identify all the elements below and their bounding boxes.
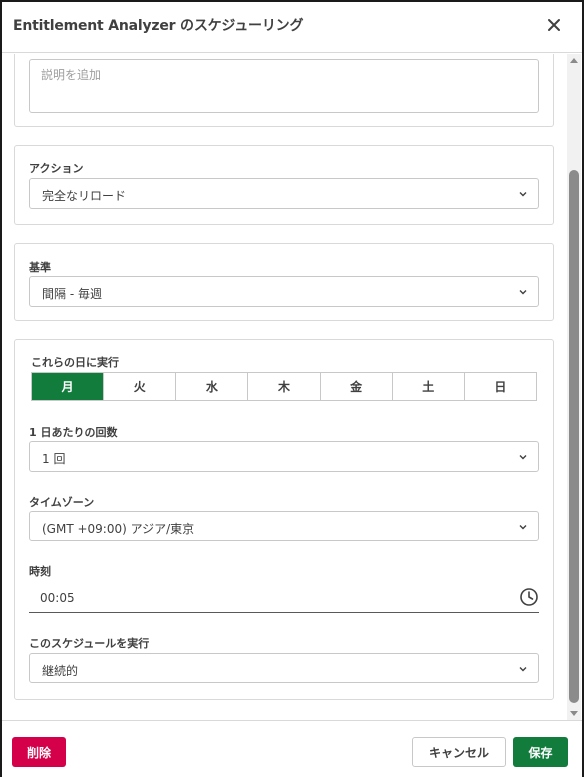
action-select[interactable]: 完全なリロード bbox=[29, 178, 539, 209]
day-button-thu[interactable]: 木 bbox=[247, 373, 320, 400]
timezone-value: (GMT +09:00) アジア/東京 bbox=[42, 522, 195, 536]
day-button-sat[interactable]: 土 bbox=[391, 373, 464, 400]
dialog-body[interactable]: 説明を追加 アクション 完全なリロード 基準 間隔 - 毎週 これらの日に実行 bbox=[2, 54, 582, 720]
delete-button[interactable]: 削除 bbox=[12, 737, 66, 767]
description-placeholder: 説明を追加 bbox=[41, 68, 102, 82]
clock-icon[interactable] bbox=[519, 587, 539, 607]
action-select-value: 完全なリロード bbox=[42, 189, 127, 203]
basis-select[interactable]: 間隔 - 毎週 bbox=[29, 276, 539, 307]
timezone-select[interactable]: (GMT +09:00) アジア/東京 bbox=[29, 511, 539, 541]
scroll-down-arrow-icon[interactable] bbox=[570, 711, 578, 716]
run-schedule-select[interactable]: 継続的 bbox=[29, 653, 539, 683]
time-input[interactable]: 00:05 bbox=[29, 579, 539, 613]
chevron-down-icon bbox=[519, 192, 527, 197]
basis-label: 基準 bbox=[29, 261, 51, 274]
basis-card: 基準 間隔 - 毎週 bbox=[14, 243, 554, 321]
chevron-down-icon bbox=[519, 525, 527, 530]
cancel-button[interactable]: キャンセル bbox=[412, 737, 506, 767]
run-schedule-label: このスケジュールを実行 bbox=[29, 637, 150, 650]
basis-select-value: 間隔 - 毎週 bbox=[42, 287, 102, 301]
description-card: 説明を追加 bbox=[14, 54, 554, 127]
run-schedule-value: 継続的 bbox=[42, 664, 79, 678]
vertical-scrollbar[interactable] bbox=[567, 54, 581, 720]
close-button[interactable] bbox=[542, 13, 566, 37]
chevron-down-icon bbox=[519, 667, 527, 672]
times-per-day-value: 1 回 bbox=[42, 452, 66, 466]
save-button[interactable]: 保存 bbox=[513, 737, 568, 767]
time-value: 00:05 bbox=[40, 591, 75, 605]
timezone-label: タイムゾーン bbox=[29, 496, 95, 509]
description-textarea[interactable]: 説明を追加 bbox=[29, 59, 539, 113]
dialog-footer: 削除 キャンセル 保存 bbox=[2, 720, 582, 777]
day-button-mon[interactable]: 月 bbox=[32, 373, 104, 400]
chevron-down-icon bbox=[519, 455, 527, 460]
action-label: アクション bbox=[29, 162, 84, 175]
day-button-tue[interactable]: 火 bbox=[103, 373, 176, 400]
times-per-day-label: 1 日あたりの回数 bbox=[29, 426, 118, 439]
day-button-sun[interactable]: 日 bbox=[463, 373, 536, 400]
day-button-wed[interactable]: 水 bbox=[175, 373, 248, 400]
dialog-title: Entitlement Analyzer のスケジューリング bbox=[13, 18, 304, 34]
day-button-fri[interactable]: 金 bbox=[319, 373, 392, 400]
schedule-dialog: Entitlement Analyzer のスケジューリング 説明を追加 アクシ… bbox=[0, 0, 584, 777]
weekday-selector: 月 火 水 木 金 土 日 bbox=[31, 372, 537, 401]
chevron-down-icon bbox=[519, 290, 527, 295]
action-card: アクション 完全なリロード bbox=[14, 145, 554, 225]
time-label: 時刻 bbox=[29, 565, 51, 578]
run-days-label: これらの日に実行 bbox=[31, 356, 119, 369]
schedule-card: これらの日に実行 月 火 水 木 金 土 日 1 日あたりの回数 1 回 タイム… bbox=[14, 339, 554, 700]
scrollbar-thumb[interactable] bbox=[569, 170, 579, 703]
close-icon bbox=[548, 19, 560, 31]
dialog-header: Entitlement Analyzer のスケジューリング bbox=[2, 2, 582, 53]
times-per-day-select[interactable]: 1 回 bbox=[29, 441, 539, 472]
scroll-up-arrow-icon[interactable] bbox=[570, 58, 578, 63]
